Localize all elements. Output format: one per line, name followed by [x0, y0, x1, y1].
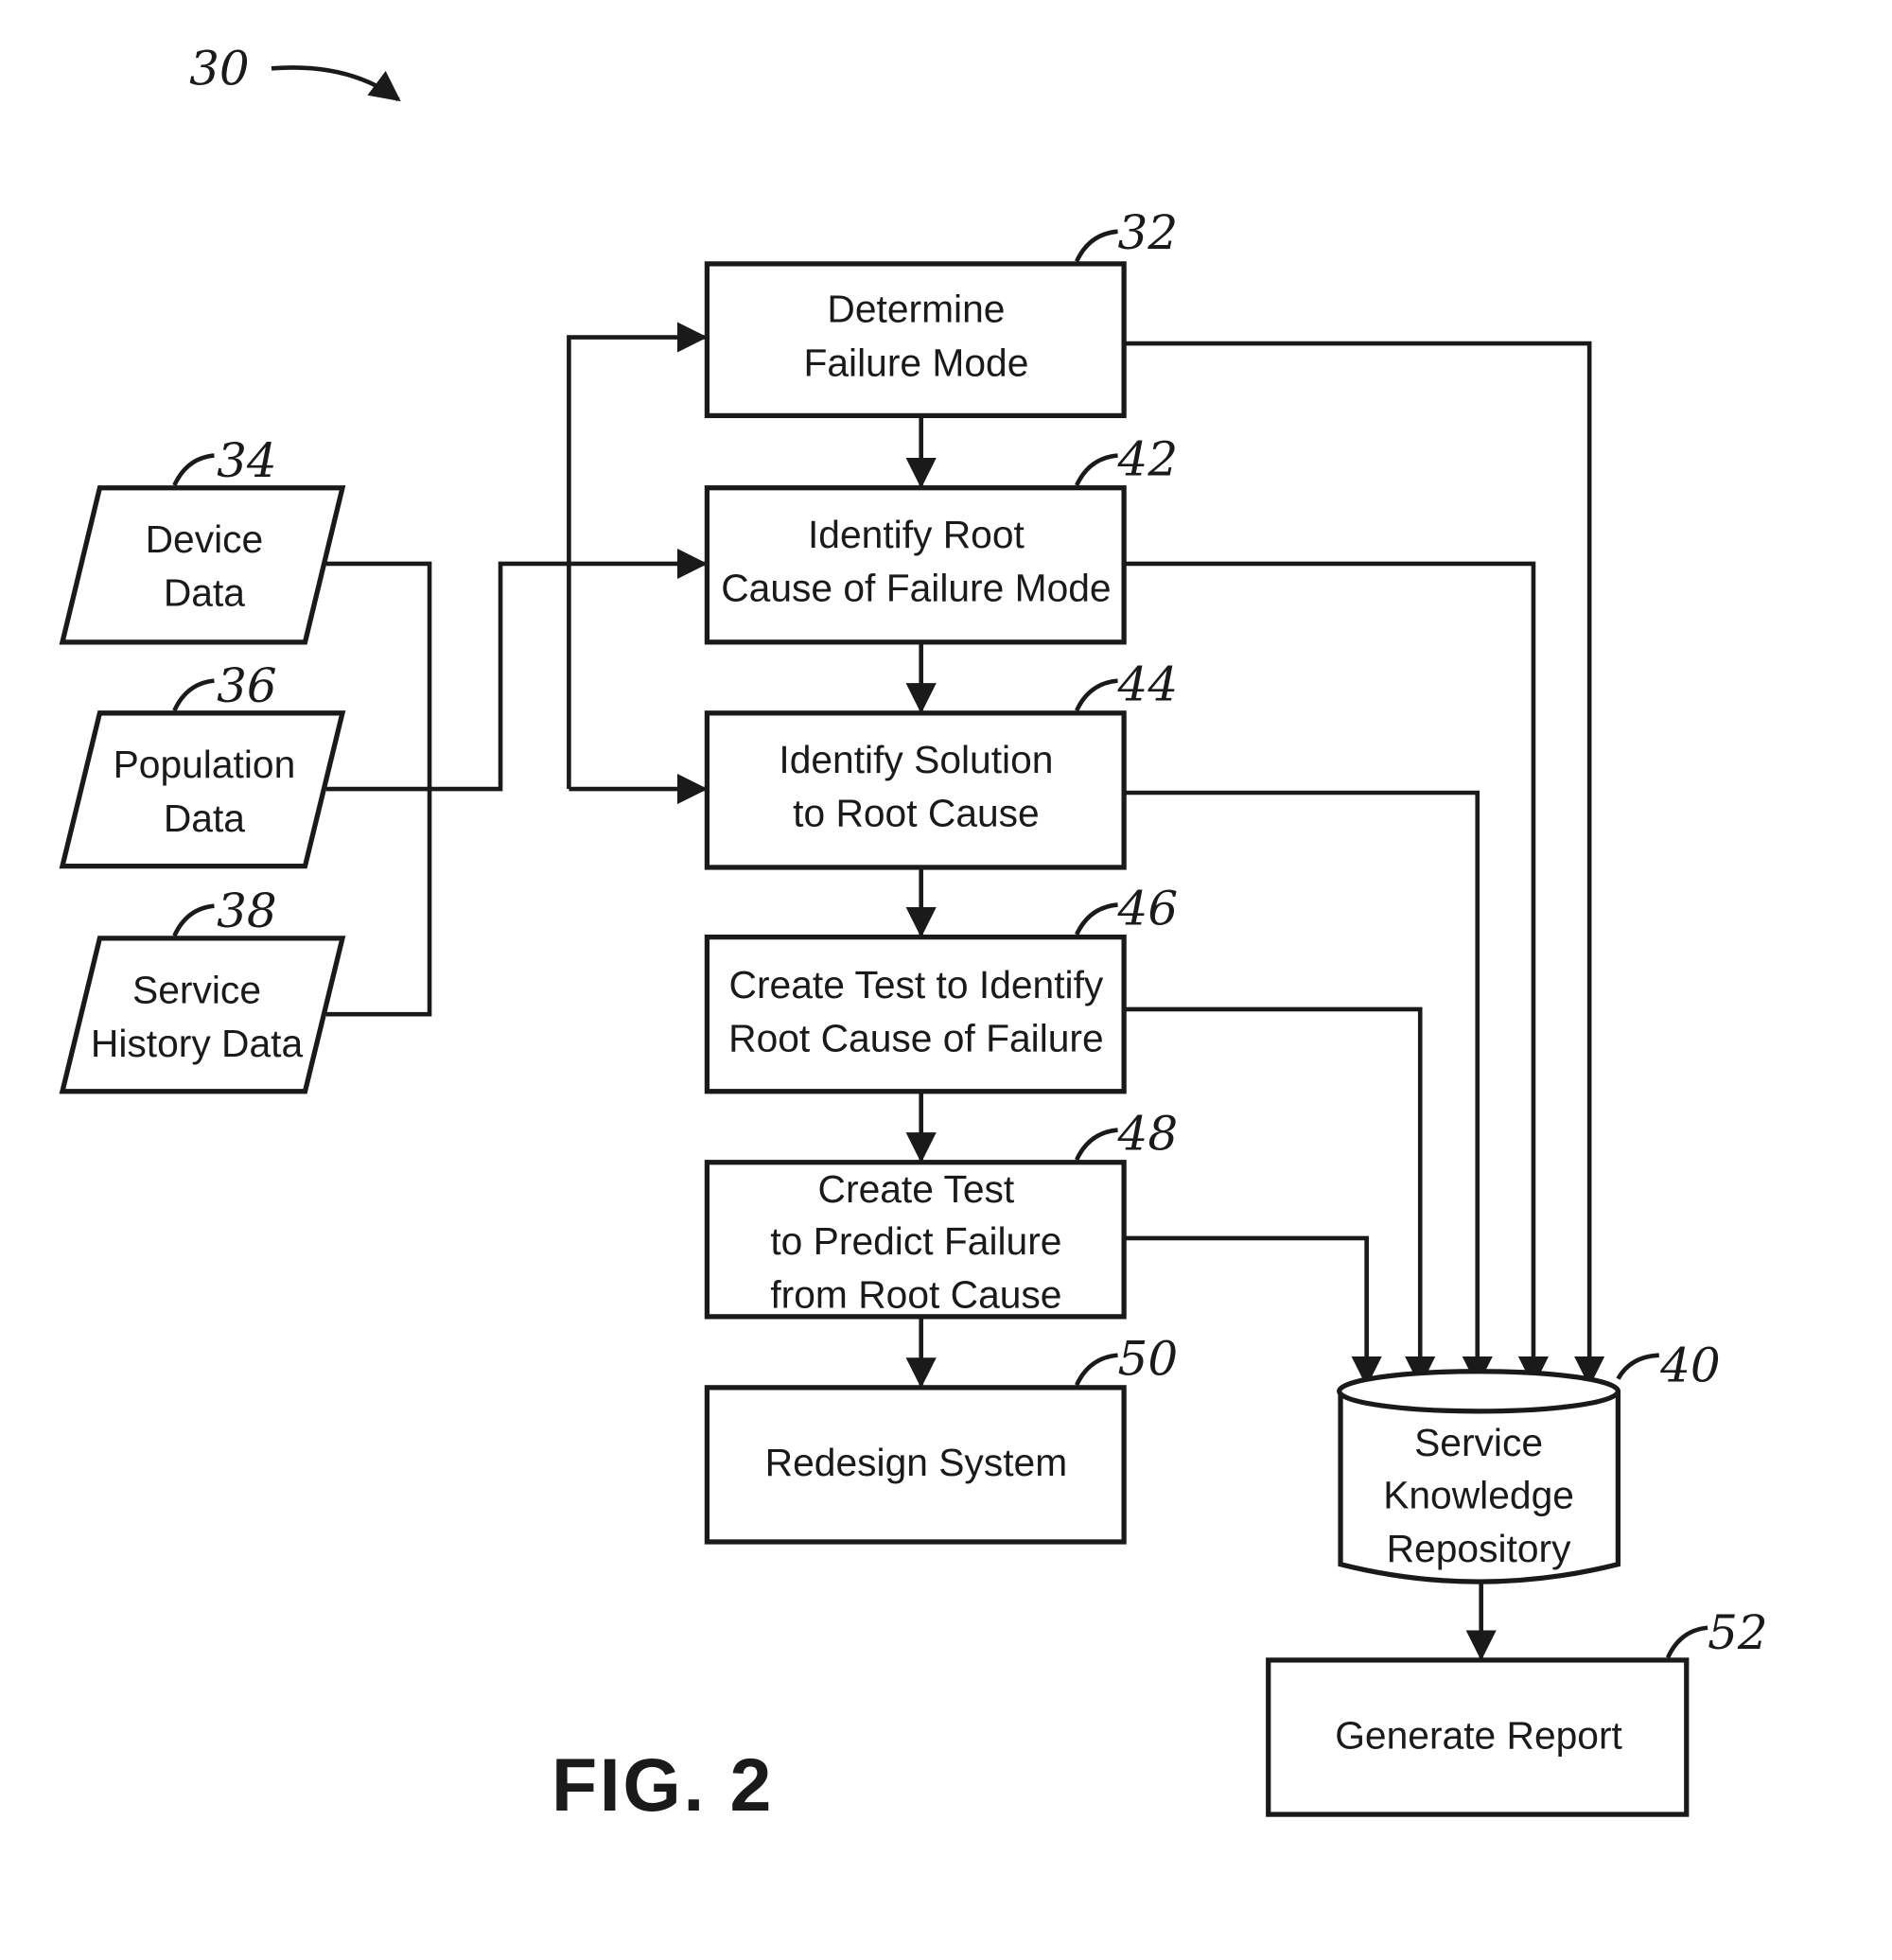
ref-leader — [1075, 902, 1118, 936]
box-identify-root-cause: Identify Root Cause of Failure Mode 42 — [704, 432, 1179, 645]
input-text-line: Population — [114, 743, 296, 786]
ref-leader — [1616, 1353, 1659, 1380]
ref-leader — [172, 903, 215, 937]
input-text-line: Device — [146, 517, 264, 561]
arrow-42-to-40 — [1124, 561, 1550, 1388]
input-connectors — [325, 322, 709, 1017]
ref-number: 38 — [217, 884, 277, 938]
input-text-line: Data — [164, 796, 245, 840]
arrow-inputs-to-42 — [325, 548, 709, 792]
box-redesign-system: Redesign System 50 — [704, 1332, 1179, 1545]
ref-leader — [172, 678, 215, 712]
repository-text-line: Repository — [1387, 1527, 1571, 1570]
ref-leader — [1075, 453, 1118, 487]
box-text-line: Create Test to Identify — [729, 963, 1104, 1006]
ref-number: 40 — [1659, 1338, 1721, 1392]
repository-connectors — [1124, 341, 1605, 1388]
ref-leader — [1075, 1128, 1118, 1162]
ref-leader — [172, 453, 215, 487]
arrow-46-to-40 — [1124, 1006, 1436, 1388]
report-text-line: Generate Report — [1335, 1713, 1622, 1757]
box-text-line: Cause of Failure Mode — [721, 566, 1111, 609]
box-text-line: Root Cause of Failure — [728, 1017, 1104, 1060]
figure-ref-arrow — [271, 65, 401, 102]
arrow-32-to-40 — [1124, 341, 1605, 1388]
box-text-line: Identify Solution — [779, 738, 1053, 781]
input-population-data: Population Data 36 — [59, 658, 346, 869]
input-text-line: Data — [164, 571, 245, 615]
ref-leader — [1075, 229, 1118, 263]
ref-leader — [1075, 678, 1118, 712]
ref-number: 48 — [1117, 1107, 1179, 1162]
input-text-line: History Data — [91, 1022, 304, 1065]
ref-number: 50 — [1118, 1332, 1179, 1387]
ref-number: 32 — [1118, 205, 1179, 260]
ref-number: 36 — [217, 658, 277, 713]
figure-caption: FIG. 2 — [552, 1743, 774, 1827]
input-service-history-data: Service History Data 38 — [59, 884, 346, 1094]
box-text-line: Determine — [827, 288, 1005, 331]
repository-text-line: Service — [1414, 1421, 1543, 1464]
repository-text-line: Knowledge — [1383, 1473, 1574, 1516]
cylinder-top — [1337, 1369, 1621, 1414]
ref-leader — [1665, 1625, 1708, 1659]
input-device-data: Device Data 34 — [59, 433, 346, 645]
box-text-line: Failure Mode — [803, 341, 1028, 384]
box-identify-solution: Identify Solution to Root Cause 44 — [704, 657, 1179, 870]
ref-number: 42 — [1117, 432, 1179, 487]
service-knowledge-repository: Service Knowledge Repository 40 — [1337, 1338, 1721, 1584]
ref-leader — [1075, 1353, 1118, 1387]
box-generate-report: Generate Report 52 — [1266, 1605, 1768, 1817]
flowchart: 30 Determine Failure Mode 32 Identify Ro… — [59, 41, 1768, 1827]
box-determine-failure-mode: Determine Failure Mode 32 — [704, 205, 1179, 419]
box-text-line: to Root Cause — [793, 792, 1040, 835]
ref-number: 52 — [1708, 1605, 1768, 1660]
box-text-line: Redesign System — [765, 1441, 1067, 1484]
ref-number: 44 — [1117, 657, 1179, 712]
box-text-line: Identify Root — [808, 513, 1025, 556]
box-create-test-identify: Create Test to Identify Root Cause of Fa… — [704, 881, 1179, 1094]
input-text-line: Service — [132, 968, 261, 1011]
box-text-line: Create Test — [818, 1167, 1015, 1211]
ref-number: 34 — [217, 433, 277, 488]
figure-ref-number: 30 — [189, 41, 250, 96]
ref-number: 46 — [1117, 881, 1179, 936]
box-text-line: to Predict Failure — [770, 1219, 1061, 1263]
box-text-line: from Root Cause — [770, 1273, 1061, 1317]
box-create-test-predict: Create Test to Predict Failure from Root… — [704, 1107, 1179, 1320]
